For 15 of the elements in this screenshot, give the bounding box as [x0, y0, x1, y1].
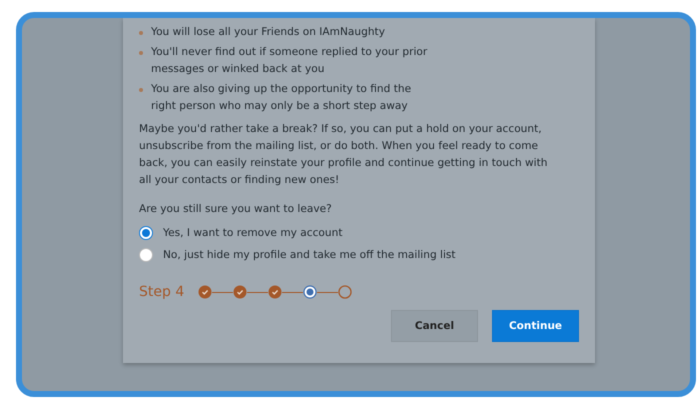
bullet-icon — [139, 51, 143, 55]
bullet-text: You are also giving up the opportunity to find the right person who may only be a short step away — [151, 82, 412, 114]
bullet-text: You'll never find out if someone replied to your prior messages or winked back at you — [151, 45, 428, 77]
question-text: Are you still sure you want to leave? — [139, 202, 333, 217]
step-label: Step 4 — [139, 284, 184, 300]
bullet-text: You will lose all your Friends on IAmNaughty — [151, 25, 385, 40]
cancel-button[interactable]: Cancel — [391, 310, 478, 342]
option-label[interactable]: Yes, I want to remove my account — [163, 227, 342, 239]
option-label[interactable]: No, just hide my profile and take me off the mailing list — [163, 249, 456, 261]
radio-button[interactable] — [139, 226, 153, 240]
bullet-icon — [139, 31, 143, 35]
radio-button[interactable] — [139, 248, 153, 262]
continue-button[interactable]: Continue — [492, 310, 579, 342]
info-paragraph: Maybe you'd rather take a break? If so, you can put a hold on your account, unsubscribe from the mailing list, or do both. When you feel ready to come back, you can easily reinstate your profile and continue getting in touch with all your contacts or finding new ones! — [139, 122, 548, 188]
bullet-icon — [139, 88, 143, 92]
